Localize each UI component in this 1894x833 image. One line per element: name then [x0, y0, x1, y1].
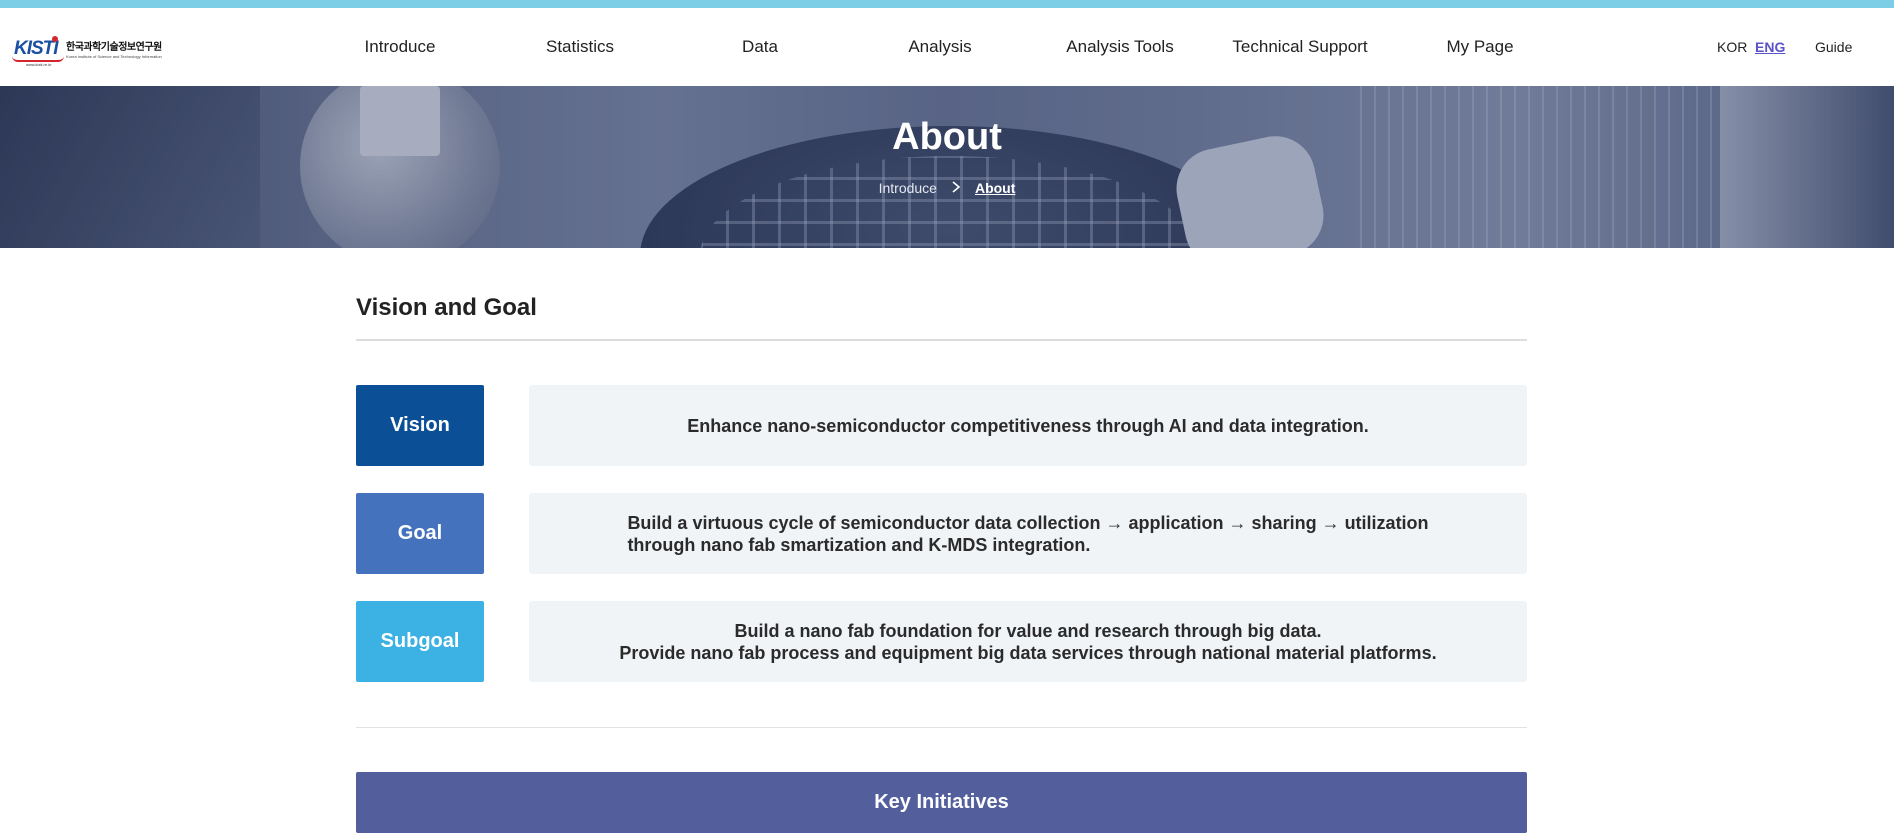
nav-my-page[interactable]: My Page	[1446, 37, 1513, 57]
section-bottom-divider	[356, 727, 1527, 728]
vision-description: Enhance nano-semiconductor competitivene…	[529, 385, 1527, 466]
nav-data[interactable]: Data	[742, 37, 778, 57]
subgoal-text-line-2: Provide nano fab process and equipment b…	[619, 642, 1437, 663]
logo-text: 한국과학기술정보연구원 Korea Institute of Science a…	[66, 43, 162, 59]
kisti-logo-mark: KISTI www.kisti.re.kr	[12, 34, 64, 68]
kisti-logo[interactable]: KISTI www.kisti.re.kr 한국과학기술정보연구원 Korea …	[12, 34, 162, 68]
logo-url: www.kisti.re.kr	[26, 62, 52, 67]
site-header: KISTI www.kisti.re.kr 한국과학기술정보연구원 Korea …	[0, 8, 1894, 86]
section-title: Vision and Goal	[356, 294, 537, 321]
lang-eng-link[interactable]: ENG	[1755, 39, 1785, 55]
goal-text-line-2: through nano fab smartization and K-MDS …	[627, 534, 1091, 555]
subgoal-text-line-1: Build a nano fab foundation for value an…	[734, 620, 1322, 641]
goal-text-line-1: Build a virtuous cycle of semiconductor …	[627, 512, 1429, 533]
subgoal-description: Build a nano fab foundation for value an…	[529, 601, 1527, 682]
key-initiatives-bar[interactable]: Key Initiatives	[356, 772, 1527, 833]
hero-banner: About Introduce About	[0, 86, 1894, 248]
vision-row: Vision Enhance nano-semiconductor compet…	[356, 385, 1527, 466]
subgoal-row: Subgoal Build a nano fab foundation for …	[356, 601, 1527, 682]
goal-label: Goal	[356, 493, 484, 574]
vision-label: Vision	[356, 385, 484, 466]
guide-link[interactable]: Guide	[1815, 39, 1852, 55]
nav-analysis[interactable]: Analysis	[908, 37, 971, 57]
subgoal-label: Subgoal	[356, 601, 484, 682]
top-accent-bar	[0, 0, 1894, 8]
page-title: About	[892, 116, 1002, 158]
hero-overlay	[0, 86, 1894, 248]
breadcrumb-introduce[interactable]: Introduce	[879, 180, 937, 196]
logo-dot	[52, 36, 58, 42]
lang-kor-link[interactable]: KOR	[1717, 39, 1747, 55]
nav-introduce[interactable]: Introduce	[365, 37, 436, 57]
logo-english-name: Korea Institute of Science and Technolog…	[66, 54, 162, 59]
section-divider	[356, 339, 1527, 341]
goal-row: Goal Build a virtuous cycle of semicondu…	[356, 493, 1527, 574]
vision-text: Enhance nano-semiconductor competitivene…	[687, 415, 1369, 436]
logo-korean-name: 한국과학기술정보연구원	[66, 42, 162, 53]
nav-technical-support[interactable]: Technical Support	[1232, 37, 1367, 57]
nav-statistics[interactable]: Statistics	[546, 37, 614, 57]
breadcrumb-about[interactable]: About	[975, 180, 1015, 196]
goal-description: Build a virtuous cycle of semiconductor …	[529, 493, 1527, 574]
nav-analysis-tools[interactable]: Analysis Tools	[1066, 37, 1173, 57]
breadcrumb: Introduce About	[0, 180, 1894, 196]
chevron-right-icon	[951, 180, 961, 196]
